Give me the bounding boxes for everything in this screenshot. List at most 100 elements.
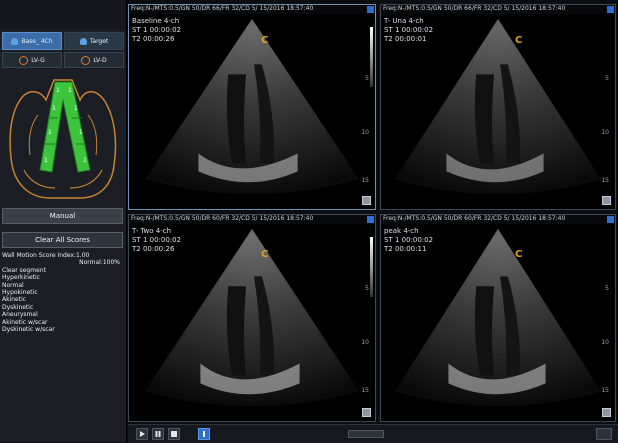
view-select-icon[interactable] [367,216,374,223]
view-header: Freq:N-/MTS:0.5/GN 50/DR 66/FR 32/CD 5/ … [381,5,615,14]
grayscale-bar [370,27,373,87]
view-time-t2: T2 00:00:01 [384,35,427,43]
score-option[interactable]: Aneurysmal [2,311,124,318]
mode-button-target[interactable]: Target [64,32,124,50]
depth-tick: 10 [601,129,609,136]
orientation-mark: C [261,35,269,46]
cine-icon [203,431,205,437]
view-time-t2: T2 00:00:26 [132,245,175,253]
score-option[interactable]: Hyperkinetic [2,274,124,281]
depth-ruler: 5 10 15 [361,227,369,411]
depth-tick: 15 [601,387,609,394]
segment-score: 1 [68,87,72,94]
play-icon [140,431,145,437]
heart-diagram-svg: 1 1 1 1 1 1 1 1 [9,79,117,199]
view-time-t2: T2 00:00:11 [384,245,427,253]
view-header: Freq:N-/MTS:0.5/GN 50/DR 60/FR 32/CD 5/ … [129,215,375,224]
view-label: peak 4-ch [384,227,419,235]
segment-score: 1 [44,157,48,164]
depth-tick: 5 [365,75,369,82]
echo-view-4[interactable]: Freq:N-/MTS:0.5/GN 50/DR 60/FR 32/CD 5/ … [380,214,616,422]
mode-button-label: Target [89,37,109,45]
echo-view-1[interactable]: Freq:N-/MTS:0.5/GN 50/DR 66/FR 32/CD 5/ … [128,4,376,210]
view-mode-row: Base_ 4Ch Target [0,32,126,50]
cine-range-slider[interactable] [348,430,384,438]
segment-score: 1 [74,105,78,112]
score-option[interactable]: Clear segment [2,267,124,274]
score-option[interactable]: Hypokinetic [2,289,124,296]
lv-button-label: LV-D [93,56,107,64]
segment-score: 1 [48,129,52,136]
view-header: Freq:N-/MTS:0.5/GN 50/DR 66/FR 32/CD 5/ … [129,5,375,14]
echo-view-3[interactable]: Freq:N-/MTS:0.5/GN 50/DR 60/FR 32/CD 5/ … [128,214,376,422]
header-text: Freq:N-/MTS:0.5/GN 50/DR 60/FR 32/CD 5/ … [131,215,314,222]
manual-button[interactable]: Manual [2,208,123,224]
view-time-st: ST 1 00:00:02 [384,236,434,244]
end-control[interactable] [596,428,612,440]
ring-icon [19,55,29,65]
view-select-icon[interactable] [607,6,614,13]
segment-score: 1 [56,87,60,94]
score-option[interactable]: Akinetic w/scar [2,319,124,326]
score-option[interactable]: Normal [2,282,124,289]
header-text: Freq:N-/MTS:0.5/GN 50/DR 66/FR 32/CD 5/ … [383,5,566,12]
mode-button-base[interactable]: Base_ 4Ch [2,32,62,50]
view-corner-button[interactable] [602,196,611,205]
depth-ruler: 5 10 15 [361,17,369,199]
view-label: Baseline 4-ch [132,17,180,25]
pause-icon [155,431,161,437]
view-corner-button[interactable] [362,196,371,205]
view-time-st: ST 1 00:00:02 [132,236,182,244]
heart-view-icon [11,37,19,45]
view-corner-button[interactable] [362,408,371,417]
score-legend: Wall Motion Score Index:1.00 Normal:100%… [2,252,124,333]
view-label: T- Una 4-ch [384,17,424,25]
stop-button[interactable] [168,428,180,440]
mode-button-label: Base_ 4Ch [21,37,53,45]
heart-chamber-line [23,169,103,189]
echo-view-2[interactable]: Freq:N-/MTS:0.5/GN 50/DR 66/FR 32/CD 5/ … [380,4,616,210]
left-panel: Base_ 4Ch Target LV-G LV-D 1 1 1 1 1 1 1… [0,0,127,442]
playback-bar [128,424,618,443]
depth-tick: 10 [361,339,369,346]
play-button[interactable] [136,428,148,440]
orientation-mark: C [261,249,269,260]
view-time-st: ST 1 00:00:02 [384,26,434,34]
wmsi-text: Wall Motion Score Index:1.00 [2,252,90,259]
lv-g-button[interactable]: LV-G [2,52,62,68]
heart-segment-diagram[interactable]: 1 1 1 1 1 1 1 1 [0,70,126,205]
clear-all-scores-button[interactable]: Clear All Scores [2,232,123,248]
app-window: Base_ 4Ch Target LV-G LV-D 1 1 1 1 1 1 1… [0,0,618,443]
view-label: T- Two 4-ch [132,227,171,235]
segment-score: 1 [79,129,83,136]
score-option[interactable]: Dyskinetic w/scar [2,326,124,333]
depth-tick: 10 [601,339,609,346]
lv-button-label: LV-G [31,56,45,64]
score-option[interactable]: Akinetic [2,296,124,303]
orientation-mark: C [515,35,523,46]
depth-tick: 15 [601,177,609,184]
view-select-icon[interactable] [367,6,374,13]
stop-icon [171,431,177,437]
view-header: Freq:N-/MTS:0.5/GN 50/DR 60/FR 32/CD 5/ … [381,215,615,224]
depth-tick: 5 [605,75,609,82]
score-option[interactable]: Dyskinetic [2,304,124,311]
pause-button[interactable] [152,428,164,440]
segment-score: 1 [52,105,56,112]
segment-score: 1 [83,157,87,164]
view-time-st: ST 1 00:00:02 [132,26,182,34]
view-select-icon[interactable] [607,216,614,223]
orientation-mark: C [515,249,523,260]
heart-inner-line [28,114,98,156]
cine-mode-button[interactable] [198,428,210,440]
depth-tick: 5 [365,285,369,292]
header-text: Freq:N-/MTS:0.5/GN 50/DR 60/FR 32/CD 5/ … [383,215,566,222]
depth-tick: 10 [361,129,369,136]
view-corner-button[interactable] [602,408,611,417]
depth-tick: 15 [361,387,369,394]
header-text: Freq:N-/MTS:0.5/GN 50/DR 66/FR 32/CD 5/ … [131,5,314,12]
grayscale-bar [370,237,373,297]
lv-d-button[interactable]: LV-D [64,52,124,68]
view-time-t2: T2 00:00:26 [132,35,175,43]
depth-ruler: 5 10 15 [601,17,609,199]
